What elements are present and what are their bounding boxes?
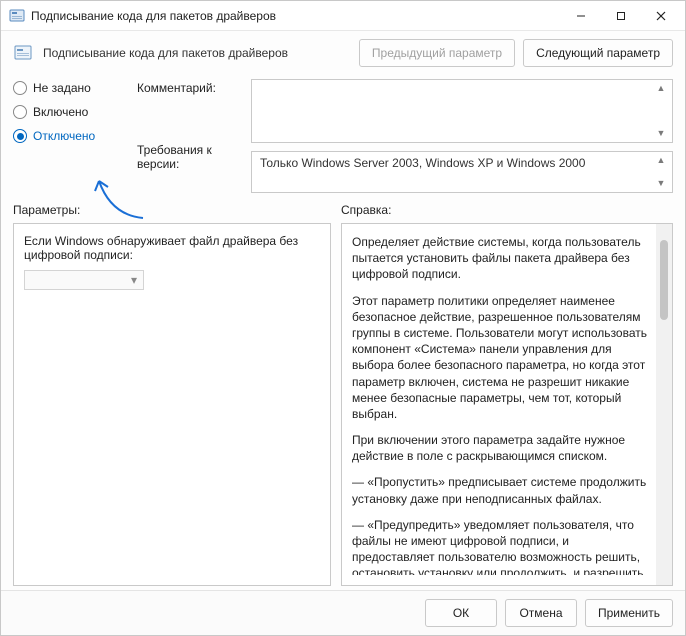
scrollbar-thumb[interactable] [660, 240, 668, 320]
help-paragraph: — «Предупредить» уведомляет пользователя… [352, 517, 648, 575]
ok-button[interactable]: ОК [425, 599, 497, 627]
maximize-button[interactable] [601, 2, 641, 30]
supported-on-box: Только Windows Server 2003, Windows XP и… [251, 151, 673, 193]
radio-not-configured[interactable]: Не задано [13, 81, 133, 95]
radio-label: Включено [33, 105, 88, 119]
help-paragraph: При включении этого параметра задайте ну… [352, 432, 648, 464]
options-pane: Если Windows обнаруживает файл драйвера … [13, 223, 331, 586]
radio-label: Не задано [33, 81, 91, 95]
top-config-area: Не задано Включено Отключено Комментарий… [1, 75, 685, 193]
radio-enabled[interactable]: Включено [13, 105, 133, 119]
policy-icon [13, 43, 33, 63]
radio-dot-icon [13, 129, 27, 143]
radio-label: Отключено [33, 129, 95, 143]
help-text: Определяет действие системы, когда польз… [352, 234, 662, 575]
section-labels: Параметры: Справка: [1, 193, 685, 221]
nav-buttons: Предыдущий параметр Следующий параметр [359, 39, 673, 67]
radio-dot-icon [13, 105, 27, 119]
field-labels-column: Комментарий: Требования к версии: [137, 79, 247, 171]
policy-title: Подписывание кода для пакетов драйверов [43, 46, 349, 60]
close-button[interactable] [641, 2, 681, 30]
scroll-indicator: ▲▼ [654, 84, 668, 138]
app-icon [9, 8, 25, 24]
previous-setting-button[interactable]: Предыдущий параметр [359, 39, 515, 67]
help-scrollbar[interactable] [656, 224, 672, 585]
comment-textarea[interactable]: ▲▼ [251, 79, 673, 143]
state-radio-group: Не задано Включено Отключено [13, 79, 133, 143]
options-section-label: Параметры: [13, 203, 80, 217]
help-section-label: Справка: [341, 203, 391, 217]
apply-button[interactable]: Применить [585, 599, 673, 627]
next-setting-button[interactable]: Следующий параметр [523, 39, 673, 67]
scroll-indicator: ▲▼ [654, 156, 668, 188]
chevron-down-icon: ▾ [131, 273, 137, 287]
supported-on-text: Только Windows Server 2003, Windows XP и… [260, 156, 585, 170]
content-panes: Если Windows обнаруживает файл драйвера … [1, 221, 685, 590]
comment-label: Комментарий: [137, 81, 247, 95]
help-paragraph: Определяет действие системы, когда польз… [352, 234, 648, 283]
cancel-button[interactable]: Отмена [505, 599, 577, 627]
options-prompt: Если Windows обнаруживает файл драйвера … [24, 234, 320, 262]
window-title: Подписывание кода для пакетов драйверов [31, 9, 561, 23]
policy-editor-window: Подписывание кода для пакетов драйверов … [0, 0, 686, 636]
supported-label: Требования к версии: [137, 143, 247, 171]
help-paragraph: Этот параметр политики определяет наимен… [352, 293, 648, 423]
help-paragraph: — «Пропустить» предписывает системе прод… [352, 474, 648, 506]
header-row: Подписывание кода для пакетов драйверов … [1, 31, 685, 75]
options-dropdown[interactable]: ▾ [24, 270, 144, 290]
dialog-footer: ОК Отмена Применить [1, 590, 685, 635]
minimize-button[interactable] [561, 2, 601, 30]
radio-disabled[interactable]: Отключено [13, 129, 133, 143]
radio-dot-icon [13, 81, 27, 95]
window-controls [561, 2, 681, 30]
help-pane: Определяет действие системы, когда польз… [341, 223, 673, 586]
field-values-column: ▲▼ Только Windows Server 2003, Windows X… [251, 79, 673, 193]
titlebar: Подписывание кода для пакетов драйверов [1, 1, 685, 31]
